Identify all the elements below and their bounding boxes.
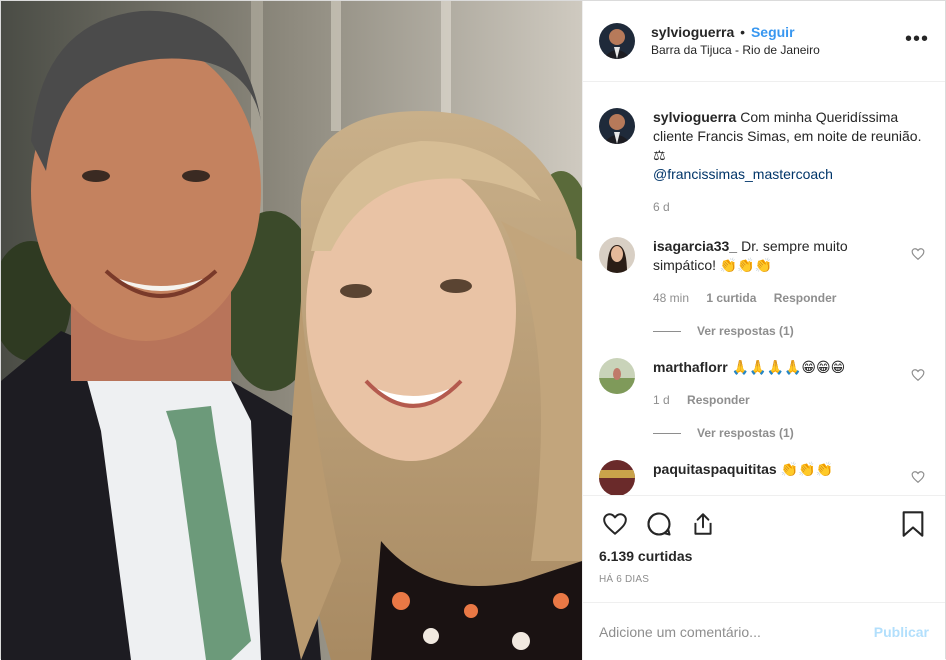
add-comment-bar: Publicar — [583, 602, 945, 660]
reply-button[interactable]: Responder — [687, 393, 750, 407]
comment-body: isagarcia33_ Dr. sempre muito simpático! … — [653, 237, 899, 308]
comment-text: 🙏🙏🙏🙏😁😁😁 — [731, 359, 846, 375]
header-text: sylvioguerra • Seguir Barra da Tijuca - … — [651, 23, 820, 59]
comment-meta: 1 d Responder — [653, 391, 845, 410]
caption-username[interactable]: sylvioguerra — [653, 109, 736, 125]
caption-body: sylvioguerra Com minha Queridíssima clien… — [653, 108, 929, 217]
comment-item: marthaflorr 🙏🙏🙏🙏😁😁😁 1 d Responder — [599, 358, 929, 410]
follow-button[interactable]: Seguir — [751, 24, 795, 40]
comment-like-icon[interactable] — [911, 368, 925, 382]
comment-username[interactable]: marthaflorr — [653, 359, 728, 375]
comment-time[interactable]: 48 min — [653, 291, 689, 305]
caption-mention[interactable]: @francissimas_mastercoach — [653, 166, 833, 182]
comment-likes[interactable]: 1 curtida — [706, 291, 756, 305]
comment-like-icon[interactable] — [911, 247, 925, 261]
comment-avatar[interactable] — [599, 358, 635, 394]
comment-body: marthaflorr 🙏🙏🙏🙏😁😁😁 1 d Responder — [653, 358, 845, 410]
heart-icon[interactable] — [599, 508, 631, 540]
post-sidebar: sylvioguerra • Seguir Barra da Tijuca - … — [582, 1, 945, 660]
author-username[interactable]: sylvioguerra — [651, 24, 734, 40]
bookmark-icon[interactable] — [897, 508, 929, 540]
comment-like-icon[interactable] — [911, 470, 925, 484]
likes-count[interactable]: 6.139 curtidas — [599, 548, 929, 564]
comment-item: isagarcia33_ Dr. sempre muito simpático! … — [599, 237, 929, 308]
author-avatar[interactable] — [599, 23, 635, 59]
post-header: sylvioguerra • Seguir Barra da Tijuca - … — [583, 1, 945, 82]
action-icons — [599, 508, 929, 540]
comment-input[interactable] — [599, 623, 874, 640]
posted-ago[interactable]: HÁ 6 DIAS — [599, 574, 929, 585]
caption: sylvioguerra Com minha Queridíssima clien… — [599, 82, 929, 217]
post-actions: 6.139 curtidas HÁ 6 DIAS — [583, 495, 945, 602]
view-replies-button[interactable]: Ver respostas (1) — [653, 426, 929, 440]
caption-time[interactable]: 6 d — [653, 200, 670, 214]
more-options-icon[interactable]: ••• — [905, 29, 929, 49]
comment-item: paquitaspaquititas 👏👏👏 — [599, 460, 929, 495]
comment-time[interactable]: 1 d — [653, 393, 670, 407]
comment-meta: 48 min 1 curtida Responder — [653, 289, 899, 308]
separator-dot: • — [740, 24, 746, 40]
reply-button[interactable]: Responder — [774, 291, 837, 305]
comment-avatar[interactable] — [599, 237, 635, 273]
comments-list[interactable]: sylvioguerra Com minha Queridíssima clien… — [583, 82, 945, 495]
post-photo[interactable] — [1, 1, 582, 660]
share-icon[interactable] — [687, 508, 719, 540]
comment-username[interactable]: isagarcia33_ — [653, 238, 737, 254]
caption-avatar[interactable] — [599, 108, 635, 144]
comment-body: paquitaspaquititas 👏👏👏 — [653, 460, 833, 495]
replies-line — [653, 432, 681, 434]
view-replies-label: Ver respostas (1) — [697, 324, 794, 338]
comment-icon[interactable] — [643, 508, 675, 540]
view-replies-button[interactable]: Ver respostas (1) — [653, 324, 929, 338]
comment-username[interactable]: paquitaspaquititas — [653, 461, 777, 477]
post-location[interactable]: Barra da Tijuca - Rio de Janeiro — [651, 41, 820, 59]
view-replies-label: Ver respostas (1) — [697, 426, 794, 440]
replies-line — [653, 330, 681, 332]
comment-avatar[interactable] — [599, 460, 635, 495]
post-photo-image — [1, 1, 582, 660]
publish-button[interactable]: Publicar — [874, 624, 929, 640]
caption-meta: 6 d — [653, 198, 929, 217]
post-modal: sylvioguerra • Seguir Barra da Tijuca - … — [0, 0, 946, 660]
comment-text: 👏👏👏 — [780, 461, 833, 477]
